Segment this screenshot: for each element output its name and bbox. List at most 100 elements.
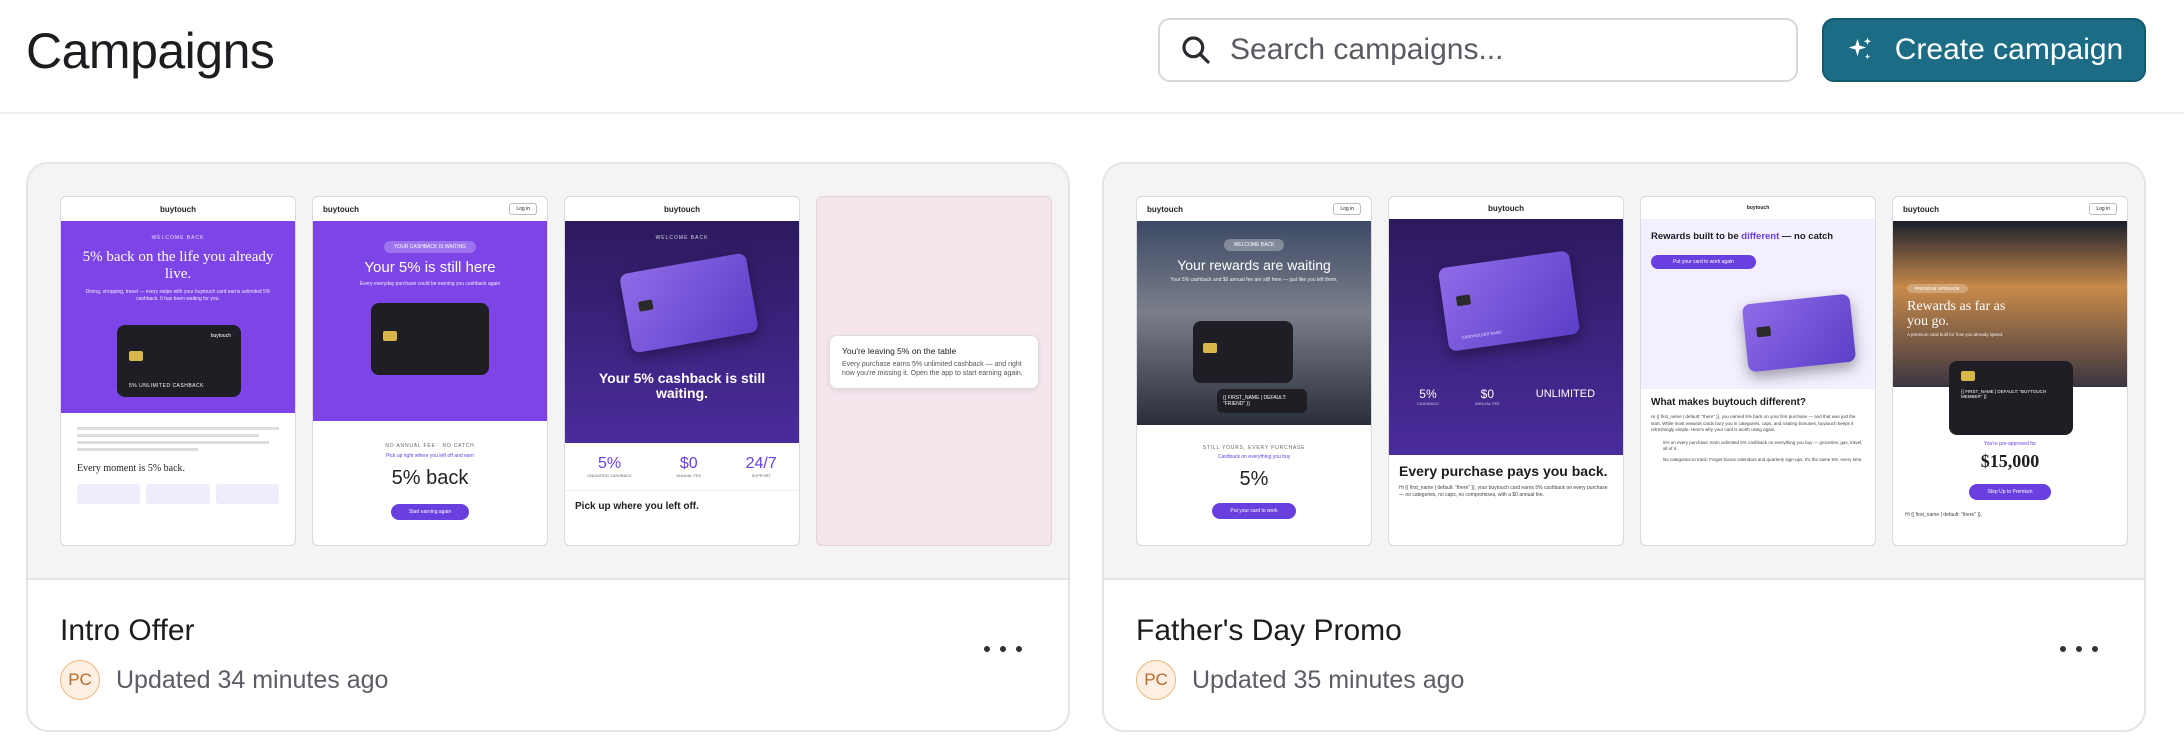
more-horizontal-icon <box>2060 646 2066 652</box>
stat-label: CASHBACK <box>1416 401 1439 406</box>
email-section-title: What makes buytouch different? <box>1651 397 1807 408</box>
email-header: buytouch Log in <box>1137 197 1371 221</box>
email-bullet: No categories to track: Forget bonus cal… <box>1663 456 1863 462</box>
email-eyebrow: STILL YOURS, EVERY PURCHASE <box>1202 445 1306 451</box>
email-hero: CARDHOLDER NAME 5% CASHBACK $0 ANNUAL FEE … <box>1389 219 1623 455</box>
email-headline-accent: different <box>1741 231 1780 242</box>
sparkle-icon <box>1848 37 1872 60</box>
card-image <box>619 252 759 354</box>
card-brand: buytouch <box>210 333 231 339</box>
campaign-meta: PC Updated 35 minutes ago <box>1136 660 1464 700</box>
email-brand: buytouch <box>160 204 196 214</box>
email-hero: YOUR CASHBACK IS WAITING Your 5% is stil… <box>313 221 547 421</box>
email-eyebrow: NO ANNUAL FEE · NO CATCH <box>385 443 475 449</box>
email-cta: Step Up to Premium <box>1969 484 2051 500</box>
email-greeting: Hi {{ first_name | default: "there" }}, <box>1905 512 1983 518</box>
email-cta: Put your card to work again <box>1651 255 1756 269</box>
stat-value: 5% <box>1419 387 1437 401</box>
email-thumbnail: buytouch Log in WELCOME BACK Your reward… <box>1136 196 1372 546</box>
campaign-preview[interactable]: buytouch WELCOME BACK 5% back on the lif… <box>28 164 1068 580</box>
email-badge: WELCOME BACK <box>1223 239 1285 251</box>
updated-timestamp: Updated 34 minutes ago <box>116 665 389 694</box>
stat-value: UNLIMITED <box>1535 388 1596 400</box>
email-thumbnail: buytouch Log in PREMIUM UPGRADE Rewards … <box>1892 196 2128 546</box>
email-badge: PREMIUM UPGRADE <box>1907 284 1968 293</box>
search-icon <box>1182 36 1210 64</box>
notification-title: You're leaving 5% on the table <box>842 346 957 356</box>
card-image: buytouch 5% UNLIMITED CASHBACK <box>117 325 241 397</box>
stat-value: $0 <box>679 455 698 472</box>
email-thumbnail: buytouch WELCOME BACK Your 5% cashback i… <box>564 196 800 546</box>
push-notification-thumbnail: You're leaving 5% on the table Every pur… <box>816 196 1052 546</box>
campaign-preview[interactable]: buytouch Log in WELCOME BACK Your reward… <box>1104 164 2144 580</box>
email-cta: Put your card to work <box>1212 503 1296 519</box>
email-badge: YOUR CASHBACK IS WAITING <box>383 241 477 253</box>
campaign-name[interactable]: Father's Day Promo <box>1136 614 1402 648</box>
create-campaign-button[interactable]: Create campaign <box>1822 18 2146 82</box>
email-headline: Your 5% cashback is still waiting. <box>598 370 766 401</box>
campaign-name[interactable]: Intro Offer <box>60 614 195 648</box>
email-brand: buytouch <box>1903 204 1939 214</box>
email-hero: WELCOME BACK Your rewards are waiting Yo… <box>1137 221 1371 425</box>
stat-label: UNLIMITED CASHBACK <box>587 473 632 478</box>
top-bar: Campaigns Create campaign <box>0 0 2184 114</box>
updated-timestamp: Updated 35 minutes ago <box>1192 665 1465 694</box>
email-body: Hi {{ first_name | default: "there" }}, … <box>1651 414 1856 432</box>
stat-label: ANNUAL FEE <box>676 473 702 478</box>
avatar: PC <box>1136 660 1176 700</box>
email-eyebrow: WELCOME BACK <box>655 235 709 241</box>
email-footer: Pick up where you left off. <box>565 490 799 512</box>
email-sub: Your 5% cashback and $0 annual fee are s… <box>1170 277 1338 283</box>
email-header: buytouch Log in <box>313 197 547 221</box>
stat-label: SUPPORT <box>751 473 771 478</box>
email-thumbnail: buytouch CARDHOLDER NAME 5% CASHBACK $0 AN… <box>1388 196 1624 546</box>
email-amount: $15,000 <box>1980 451 2040 471</box>
more-options-button[interactable] <box>978 634 1028 664</box>
card-image: CARDHOLDER NAME <box>1437 250 1581 352</box>
create-campaign-label: Create campaign <box>1894 33 2124 66</box>
card-name-plate: {{ FIRST_NAME | DEFAULT: "FRIEND" }} <box>1217 389 1307 413</box>
campaign-meta: PC Updated 34 minutes ago <box>60 660 388 700</box>
email-headline: Your 5% is still here <box>364 259 496 276</box>
email-headline: Your rewards are waiting <box>1177 257 1331 273</box>
email-hero: WELCOME BACK Your 5% cashback is still w… <box>565 221 799 443</box>
login-link: Log in <box>1333 203 1361 215</box>
email-thumbnail: buytouch Log in YOUR CASHBACK IS WAITING… <box>312 196 548 546</box>
email-link: Pick up right where you left off and ear… <box>385 453 474 459</box>
email-big-stat: 5% back <box>391 467 469 489</box>
card-name-plate: {{ FIRST_NAME | DEFAULT: "BUYTOUCH MEMBE… <box>1961 389 2047 399</box>
email-body: Dining, shopping, travel — every swipe w… <box>85 289 271 302</box>
email-hero: Rewards built to be different — no catch… <box>1641 219 1875 389</box>
email-headline-pre: Rewards built to be <box>1651 231 1739 242</box>
email-headline: Rewards as far as you go. <box>1907 299 2006 329</box>
email-headline: Every purchase pays you back. <box>1399 463 1608 479</box>
search-input[interactable] <box>1230 33 1790 67</box>
email-brand: buytouch <box>1147 204 1183 214</box>
more-options-button[interactable] <box>2054 634 2104 664</box>
more-horizontal-icon <box>984 646 990 652</box>
search-box[interactable] <box>1158 18 1798 82</box>
card-image <box>371 303 489 375</box>
campaign-card[interactable]: buytouch Log in WELCOME BACK Your reward… <box>1102 162 2146 732</box>
card-image: {{ FIRST_NAME | DEFAULT: "BUYTOUCH MEMBE… <box>1949 361 2073 435</box>
card-holder: CARDHOLDER NAME <box>1461 329 1503 340</box>
email-brand: buytouch <box>323 204 359 214</box>
email-hero: PREMIUM UPGRADE Rewards as far as you go… <box>1893 221 2127 435</box>
email-cta: Start earning again <box>390 504 470 520</box>
email-brand: buytouch <box>1746 205 1770 211</box>
email-body: Hi {{ first_name | default: "there" }}, … <box>1399 485 1608 498</box>
email-headline: 5% back on the life you already live. <box>82 249 274 282</box>
email-bullet: 5% on every purchase: Earn unlimited 5% … <box>1663 439 1863 452</box>
email-sub: A premium card built for how you already… <box>1907 332 2004 337</box>
email-hero: WELCOME BACK 5% back on the life you alr… <box>61 221 295 413</box>
campaign-card[interactable]: buytouch WELCOME BACK 5% back on the lif… <box>26 162 1070 732</box>
email-header: buytouch Log in <box>1893 197 2127 221</box>
email-section-title: Every moment is 5% back. <box>77 463 186 474</box>
login-link: Log in <box>509 203 537 215</box>
email-headline-post: — no catch <box>1781 231 1834 242</box>
email-big-stat: 5% <box>1239 468 1269 490</box>
stat-label: ANNUAL FEE <box>1474 401 1500 406</box>
page-title: Campaigns <box>26 23 275 79</box>
notification-body: Every purchase earns 5% unlimited cashba… <box>842 361 1023 377</box>
email-eyebrow: WELCOME BACK <box>151 235 205 241</box>
